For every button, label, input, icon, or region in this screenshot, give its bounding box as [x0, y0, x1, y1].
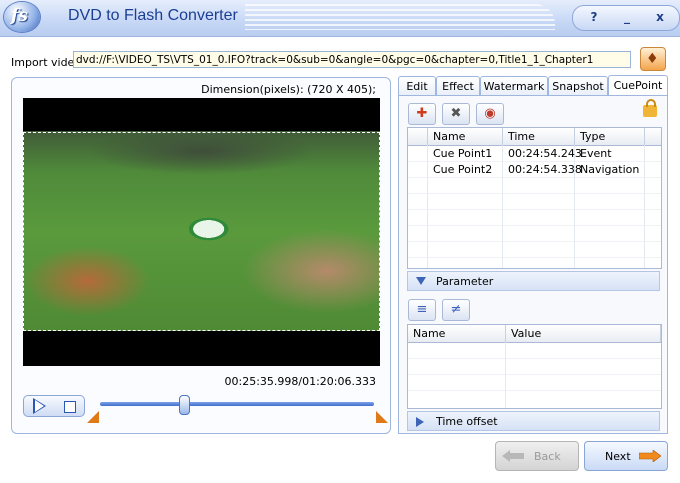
title-bar: fs DVD to Flash Converter ? _ x: [0, 0, 680, 37]
cue-type: Navigation: [580, 163, 640, 176]
add-parameter-icon: ≡: [416, 302, 428, 317]
table-row[interactable]: Cue Point2 00:24:54.338 Navigation: [408, 162, 661, 178]
parameter-section-header[interactable]: Parameter: [407, 271, 660, 291]
cue-time: 00:24:54.338: [508, 163, 582, 176]
preview-panel: Dimension(pixels): (720 X 405); 00:25:35…: [11, 77, 391, 434]
delete-parameter-button[interactable]: ≠: [442, 299, 470, 321]
import-video-field[interactable]: dvd://F:\VIDEO_TS\VTS_01_0.IFO?track=0&s…: [73, 51, 631, 68]
column-type[interactable]: Type: [575, 128, 645, 145]
playback-controls: [23, 395, 85, 417]
column-time[interactable]: Time: [503, 128, 575, 145]
video-preview[interactable]: [23, 98, 380, 366]
arrow-left-icon: [502, 450, 524, 462]
clear-cuepoints-icon: ◉: [484, 106, 496, 121]
clear-cuepoints-button[interactable]: ◉: [476, 103, 504, 125]
close-button[interactable]: x: [651, 9, 669, 26]
lock-icon[interactable]: [643, 99, 657, 117]
time-offset-label: Time offset: [436, 415, 498, 428]
next-label: Next: [605, 450, 631, 463]
app-title: DVD to Flash Converter: [68, 7, 238, 24]
tab-effect[interactable]: Effect: [436, 76, 480, 96]
cue-name: Cue Point2: [433, 163, 493, 176]
add-cuepoint-button[interactable]: ✚: [408, 103, 436, 125]
back-label: Back: [534, 450, 561, 463]
parameter-label: Parameter: [436, 275, 494, 288]
cue-name: Cue Point1: [433, 147, 493, 160]
column-name[interactable]: Name: [428, 128, 503, 145]
parameter-table: Name Value: [407, 324, 662, 409]
window-controls: ? _ x: [572, 5, 680, 31]
timeline-thumb[interactable]: [179, 395, 191, 415]
delete-cuepoint-icon: ✖: [450, 106, 462, 121]
delete-parameter-icon: ≠: [450, 302, 462, 317]
dimension-readout: Dimension(pixels): (720 X 405);: [201, 83, 376, 96]
cuepoint-panel: ✚ ✖ ◉ Name Time Type Cue Point1 00:24:54…: [398, 95, 668, 434]
import-icon: ♦: [646, 51, 659, 67]
expand-icon: [416, 417, 424, 427]
play-icon[interactable]: [33, 398, 46, 414]
parameter-table-header: Name Value: [408, 325, 661, 343]
column-param-value[interactable]: Value: [506, 325, 661, 342]
import-button[interactable]: ♦: [640, 47, 666, 71]
tab-strip: Edit Effect Watermark Snapshot CuePoint: [398, 75, 668, 97]
back-button[interactable]: Back: [495, 441, 579, 471]
cuepoint-table: Name Time Type Cue Point1 00:24:54.243 E…: [407, 127, 662, 269]
tab-watermark[interactable]: Watermark: [480, 76, 548, 96]
stop-icon[interactable]: [64, 401, 76, 413]
cuepoint-table-header: Name Time Type: [408, 128, 661, 146]
crop-selection[interactable]: [23, 132, 380, 331]
collapse-icon: [416, 277, 426, 285]
column-param-name[interactable]: Name: [408, 325, 506, 342]
time-offset-section-header[interactable]: Time offset: [407, 411, 660, 431]
delete-cuepoint-button[interactable]: ✖: [442, 103, 470, 125]
title-decoration: [245, 4, 555, 30]
arrow-right-icon: [639, 450, 661, 462]
tab-snapshot[interactable]: Snapshot: [548, 76, 608, 96]
time-readout: 00:25:35.998/01:20:06.333: [224, 375, 377, 388]
cue-time: 00:24:54.243: [508, 147, 582, 160]
app-logo: fs: [4, 2, 40, 32]
help-button[interactable]: ?: [585, 9, 603, 26]
cue-type: Event: [580, 147, 612, 160]
add-parameter-button[interactable]: ≡: [408, 299, 436, 321]
table-row[interactable]: Cue Point1 00:24:54.243 Event: [408, 146, 661, 162]
start-marker-icon[interactable]: [87, 411, 99, 423]
minimize-button[interactable]: _: [618, 9, 636, 26]
add-cuepoint-icon: ✚: [416, 106, 428, 121]
end-marker-icon[interactable]: [376, 411, 388, 423]
tab-cuepoint[interactable]: CuePoint: [608, 75, 668, 97]
timeline-slider[interactable]: [100, 402, 374, 406]
tab-edit[interactable]: Edit: [398, 76, 436, 96]
next-button[interactable]: Next: [584, 441, 668, 471]
